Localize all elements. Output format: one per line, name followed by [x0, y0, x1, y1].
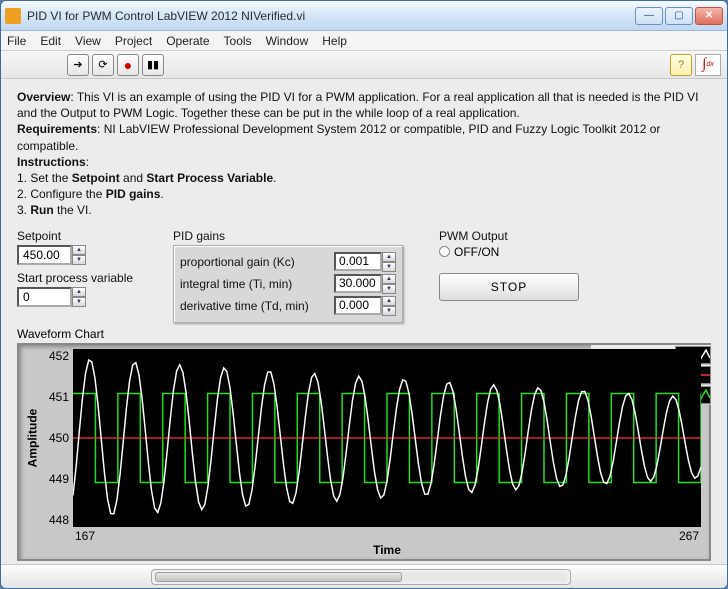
kc-label: proportional gain (Kc) [180, 255, 295, 269]
x-axis-label: Time [23, 543, 701, 557]
ti-input[interactable] [334, 274, 382, 293]
plot-area [73, 349, 701, 527]
setpoint-label: Setpoint [17, 229, 167, 243]
menu-edit[interactable]: Edit [40, 34, 61, 48]
app-icon [5, 8, 21, 24]
menu-tools[interactable]: Tools [224, 34, 252, 48]
pid-gains-label: PID gains [173, 229, 403, 243]
run-button[interactable]: ➔ [67, 54, 89, 76]
pause-button[interactable]: ▮▮ [142, 54, 164, 76]
pid-gains-cluster: proportional gain (Kc) ▲▼ integral time … [173, 245, 403, 323]
start-pv-label: Start process variable [17, 271, 167, 285]
close-button[interactable]: ✕ [695, 7, 723, 25]
menu-project[interactable]: Project [115, 34, 152, 48]
setpoint-spinner[interactable]: ▲▼ [72, 245, 86, 265]
window-title: PID VI for PWM Control LabVIEW 2012 NIVe… [27, 9, 633, 23]
minimize-button[interactable]: — [635, 7, 663, 25]
kc-input[interactable] [334, 252, 382, 271]
td-input[interactable] [334, 296, 382, 315]
y-axis-ticks: 452 451 450 449 448 [41, 349, 73, 527]
kc-spinner[interactable]: ▲▼ [382, 252, 396, 272]
help-button[interactable]: ? [670, 54, 692, 76]
statusbar [1, 564, 727, 588]
menubar: File Edit View Project Operate Tools Win… [1, 31, 727, 51]
vi-icon[interactable]: ∫dx [695, 54, 721, 76]
menu-view[interactable]: View [75, 34, 101, 48]
menu-file[interactable]: File [7, 34, 26, 48]
ti-spinner[interactable]: ▲▼ [382, 274, 396, 294]
radio-icon [439, 246, 450, 257]
x-axis-ticks: 167 267 [73, 529, 701, 543]
run-continuous-button[interactable]: ⟳ [92, 54, 114, 76]
ti-label: integral time (Ti, min) [180, 277, 292, 291]
waveform-chart[interactable]: Amplitude 452 451 450 449 448 1 [17, 343, 711, 561]
menu-help[interactable]: Help [322, 34, 347, 48]
chart-area: Waveform Chart Amplitude 452 451 450 449… [17, 327, 711, 561]
y-axis-label: Amplitude [23, 349, 41, 527]
chart-title: Waveform Chart [17, 327, 711, 341]
start-pv-spinner[interactable]: ▲▼ [72, 287, 86, 307]
pwm-output-toggle[interactable]: OFF/ON [439, 245, 579, 259]
maximize-button[interactable]: ▢ [665, 7, 693, 25]
stop-button[interactable]: STOP [439, 273, 579, 301]
app-window: PID VI for PWM Control LabVIEW 2012 NIVe… [0, 0, 728, 589]
menu-operate[interactable]: Operate [166, 34, 209, 48]
horizontal-scrollbar[interactable] [151, 569, 571, 585]
toolbar: ➔ ⟳ ● ▮▮ ? ∫dx [1, 51, 727, 79]
td-spinner[interactable]: ▲▼ [382, 296, 396, 316]
front-panel: Overview: This VI is an example of using… [1, 79, 727, 564]
description-text: Overview: This VI is an example of using… [17, 89, 711, 219]
start-pv-input[interactable] [17, 287, 72, 307]
pwm-output-label: PWM Output [439, 229, 579, 243]
menu-window[interactable]: Window [266, 34, 309, 48]
controls-row: Setpoint ▲▼ Start process variable ▲▼ PI… [17, 229, 711, 323]
abort-button[interactable]: ● [117, 54, 139, 76]
setpoint-input[interactable] [17, 245, 72, 265]
titlebar: PID VI for PWM Control LabVIEW 2012 NIVe… [1, 1, 727, 31]
td-label: derivative time (Td, min) [180, 299, 309, 313]
